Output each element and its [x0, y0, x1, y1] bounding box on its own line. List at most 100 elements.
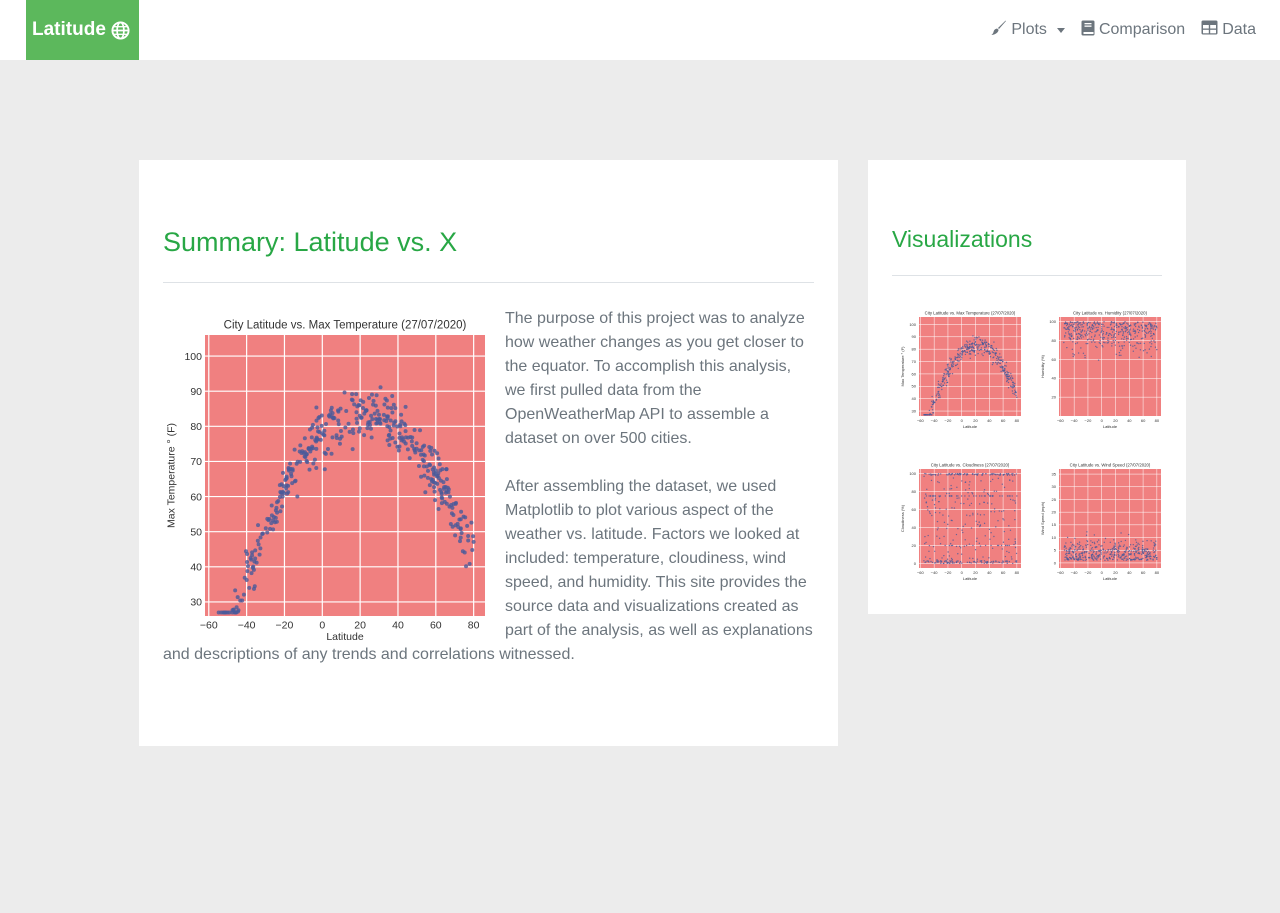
data-point: [1144, 336, 1147, 338]
data-point: [952, 539, 954, 541]
data-point: [984, 343, 987, 345]
data-point: [1002, 370, 1004, 372]
data-point: [1070, 332, 1072, 335]
data-point: [382, 402, 387, 407]
data-point: [1139, 342, 1142, 345]
data-point: [945, 369, 947, 371]
data-point: [1149, 322, 1151, 324]
data-point: [1102, 338, 1104, 341]
nav-item-plots[interactable]: Plots: [991, 20, 1065, 41]
data-point: [1084, 354, 1086, 357]
data-point: [1090, 550, 1092, 552]
data-point: [970, 527, 973, 529]
data-point: [969, 481, 971, 483]
data-point: [997, 473, 999, 476]
x-tick-label: −20: [276, 620, 294, 632]
data-point: [1145, 550, 1147, 553]
data-point: [997, 544, 1000, 547]
data-point: [923, 497, 926, 499]
data-point: [1133, 330, 1135, 333]
data-point: [1146, 539, 1148, 542]
data-point: [1076, 543, 1079, 545]
data-point: [1141, 551, 1144, 553]
data-point: [371, 398, 376, 403]
data-point: [939, 543, 942, 545]
data-point: [1091, 331, 1093, 334]
data-point: [992, 348, 995, 351]
data-point: [974, 344, 977, 346]
thumbnail-max-temperature[interactable]: −60 −40 −20 0 20 40 60 80 30 40 50 60 70 80 90 100 City …: [899, 308, 1025, 430]
data-point: [928, 511, 931, 513]
data-point: [458, 527, 463, 532]
data-point: [1077, 557, 1079, 559]
data-point: [1151, 334, 1153, 337]
data-point: [942, 380, 944, 383]
data-point: [937, 380, 940, 383]
thumbnail-humidity[interactable]: −60 −40 −20 0 20 40 60 80 20 40 60 80 100 City Latitu…: [1039, 308, 1165, 430]
data-point: [1066, 323, 1069, 326]
data-point: [946, 558, 949, 560]
data-point: [930, 474, 932, 476]
data-point: [935, 395, 938, 397]
data-point: [976, 337, 978, 339]
data-point: [1121, 347, 1124, 349]
data-point: [1118, 550, 1120, 553]
data-point: [992, 361, 994, 364]
data-point: [995, 560, 997, 562]
data-point: [978, 345, 980, 347]
data-point: [1001, 483, 1003, 485]
data-point: [1122, 334, 1124, 337]
nav-item-comparison[interactable]: Comparison: [1081, 20, 1185, 41]
data-point: [1124, 321, 1126, 323]
thumbnail-wind-speed[interactable]: −60 −40 −20 0 20 40 60 80 0 5 10 15 20 25 30 35 City Lat…: [1039, 460, 1165, 582]
data-point: [983, 351, 986, 354]
data-point: [1130, 334, 1132, 337]
data-point: [992, 562, 994, 564]
data-point: [397, 444, 402, 449]
data-point: [309, 435, 314, 440]
data-point: [1133, 550, 1135, 552]
data-point: [1008, 544, 1010, 547]
y-tick-label: 40: [912, 525, 917, 530]
paint-brush-icon: [991, 20, 1007, 41]
data-point: [947, 551, 949, 553]
max-temperature-plot[interactable]: −60 −40 −20 0 20 40 60 80 30 40 50 60 70 80 90 100 City …: [163, 314, 493, 643]
data-point: [1112, 556, 1115, 558]
data-point: [357, 429, 362, 434]
data-point: [1093, 555, 1095, 557]
data-point: [278, 509, 283, 514]
nav-item-data[interactable]: Data: [1201, 20, 1256, 40]
data-point: [1133, 324, 1136, 326]
brand-link[interactable]: Latitude: [26, 0, 139, 60]
data-point: [967, 346, 969, 349]
x-tick-label: −20: [1085, 418, 1093, 423]
x-tick-label: −60: [1057, 418, 1065, 423]
data-point: [929, 512, 931, 515]
data-point: [964, 346, 967, 348]
data-point: [1134, 332, 1136, 335]
data-point: [444, 477, 449, 482]
data-point: [962, 525, 964, 528]
data-point: [369, 435, 374, 440]
data-point: [1102, 336, 1104, 339]
data-point: [1122, 559, 1125, 561]
data-point: [1065, 552, 1068, 555]
data-point: [972, 349, 974, 351]
data-point: [990, 510, 992, 513]
data-point: [938, 537, 941, 540]
data-point: [996, 355, 999, 358]
data-point: [934, 473, 937, 476]
data-point: [971, 473, 974, 476]
data-point: [1009, 479, 1011, 481]
data-point: [1065, 556, 1067, 558]
data-point: [314, 418, 319, 423]
y-tick-label: 70: [912, 359, 917, 364]
x-tick-label: 40: [1127, 418, 1132, 423]
data-point: [1125, 326, 1127, 329]
data-point: [997, 561, 999, 563]
data-point: [1092, 325, 1095, 328]
data-point: [1121, 323, 1123, 326]
data-point: [1100, 331, 1102, 334]
thumbnail-cloudiness[interactable]: −60 −40 −20 0 20 40 60 80 0 20 40 60 80 100 City Latit…: [899, 460, 1025, 582]
data-point: [950, 359, 952, 361]
